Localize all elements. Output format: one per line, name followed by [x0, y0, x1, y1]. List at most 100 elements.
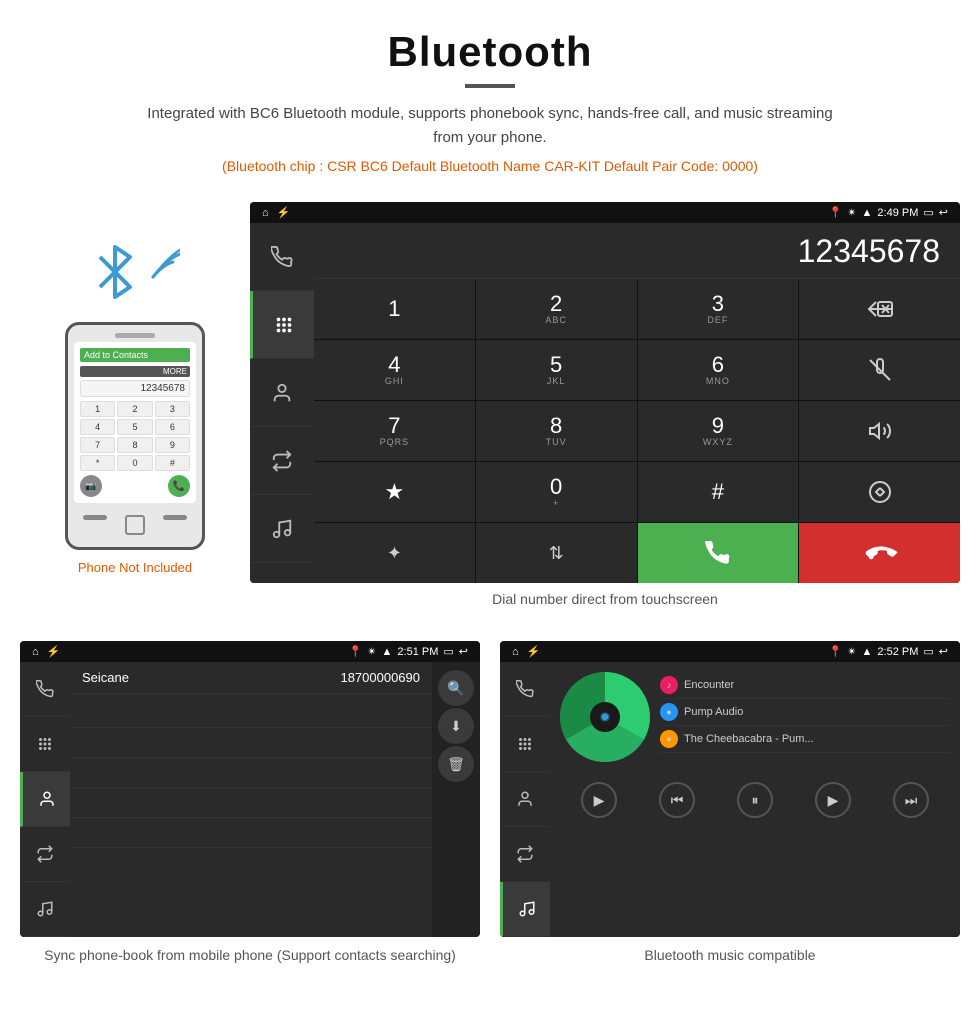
music-note-icon: ♪ — [634, 680, 645, 706]
music-caption: Bluetooth music compatible — [500, 945, 960, 966]
music-status-bar: ⌂ ⚡ 📍 ✴ ▲ 2:52 PM ▭ ↩ — [500, 641, 960, 662]
pb-sidebar-phone[interactable] — [20, 662, 70, 717]
dial-key-hash[interactable]: # — [638, 462, 799, 522]
dial-key-transfer[interactable]: ✦ — [314, 523, 475, 583]
pb-signal-icon: ▲ — [382, 646, 393, 658]
sidebar-dialpad-item[interactable] — [250, 291, 314, 359]
phone-call-btn[interactable]: 📞 — [168, 475, 190, 497]
music-sidebar-transfer[interactable] — [500, 827, 550, 882]
playlist-item-1[interactable]: ♪ Encounter — [660, 672, 950, 699]
pb-download-btn[interactable]: ⬇ — [438, 708, 474, 744]
dial-key-backspace[interactable] — [799, 279, 960, 339]
status-center: 📍 ✴ ▲ 2:49 PM ▭ ↩ — [829, 206, 948, 219]
music-home-icon: ⌂ — [512, 646, 519, 658]
music-bt-icon: ✴ — [847, 645, 856, 658]
back-icon: ↩ — [939, 206, 948, 219]
phone-key-8[interactable]: 8 — [117, 437, 152, 453]
phone-video-btn[interactable]: 📷 — [80, 475, 102, 497]
pb-sidebar-music[interactable] — [20, 882, 70, 937]
dial-key-call[interactable] — [638, 523, 799, 583]
phone-key-7[interactable]: 7 — [80, 437, 115, 453]
dial-key-9[interactable]: 9WXYZ — [638, 401, 799, 461]
bluetooth-music-icon: ✹ — [599, 709, 611, 726]
pb-location-icon: 📍 — [349, 645, 363, 658]
location-icon: 📍 — [829, 206, 843, 219]
dial-key-hold[interactable]: ⇅ — [476, 523, 637, 583]
pb-delete-btn[interactable]: 🗑 — [438, 746, 474, 782]
music-next-btn[interactable]: ▶ — [815, 782, 851, 818]
music-sidebar-phone[interactable] — [500, 662, 550, 717]
phone-key-9[interactable]: 9 — [155, 437, 190, 453]
music-item: ⌂ ⚡ 📍 ✴ ▲ 2:52 PM ▭ ↩ — [500, 641, 960, 966]
music-sidebar-dialpad[interactable] — [500, 717, 550, 772]
phone-key-0[interactable]: 0 — [117, 455, 152, 471]
music-pause-btn[interactable]: ⏸ — [737, 782, 773, 818]
dial-key-volume[interactable] — [799, 401, 960, 461]
pb-search-btn[interactable]: 🔍 — [438, 670, 474, 706]
sidebar-contacts-item[interactable] — [250, 359, 314, 427]
phone-key-star[interactable]: * — [80, 455, 115, 471]
music-status-time: 2:52 PM — [877, 646, 918, 658]
dial-key-3[interactable]: 3DEF — [638, 279, 799, 339]
sidebar-music-item[interactable] — [250, 495, 314, 563]
phone-key-3[interactable]: 3 — [155, 401, 190, 417]
dial-key-mute[interactable] — [799, 340, 960, 400]
playlist-name-3: The Cheebacabra - Pum... — [684, 733, 814, 745]
music-back-icon: ↩ — [939, 645, 948, 658]
phonebook-empty-rows — [70, 694, 432, 852]
car-content: 12345678 1 2ABC 3DEF 4GHI 5JKL — [250, 223, 960, 583]
phone-key-1[interactable]: 1 — [80, 401, 115, 417]
phone-key-2[interactable]: 2 — [117, 401, 152, 417]
sidebar-phone-item[interactable] — [250, 223, 314, 291]
music-status-center: 📍 ✴ ▲ 2:52 PM ▭ ↩ — [829, 645, 948, 658]
pb-sidebar-transfer[interactable] — [20, 827, 70, 882]
music-battery-icon: ▭ — [923, 645, 933, 658]
pb-usb-icon: ⚡ — [47, 645, 61, 658]
dial-key-5[interactable]: 5JKL — [476, 340, 637, 400]
pb-empty-row-5 — [70, 818, 432, 848]
dial-key-1[interactable]: 1 — [314, 279, 475, 339]
phone-key-6[interactable]: 6 — [155, 419, 190, 435]
pb-status-left: ⌂ ⚡ — [32, 645, 60, 658]
phone-key-5[interactable]: 5 — [117, 419, 152, 435]
music-sidebar-contacts[interactable] — [500, 772, 550, 827]
top-section: Add to Contacts MORE 12345678 1 2 3 4 5 … — [20, 202, 960, 625]
pb-sidebar-dialpad[interactable] — [20, 717, 70, 772]
phone-home-btn[interactable] — [125, 515, 145, 535]
phone-contact-bar: Add to Contacts — [80, 348, 190, 362]
dial-key-0[interactable]: 0+ — [476, 462, 637, 522]
phone-number: MORE — [80, 366, 190, 377]
music-play-btn[interactable]: ▶ — [581, 782, 617, 818]
phone-key-hash[interactable]: # — [155, 455, 190, 471]
dial-key-7[interactable]: 7PQRS — [314, 401, 475, 461]
dial-key-2[interactable]: 2ABC — [476, 279, 637, 339]
dial-key-star[interactable]: ★ — [314, 462, 475, 522]
playlist-name-1: Encounter — [684, 679, 734, 691]
dial-key-6[interactable]: 6MNO — [638, 340, 799, 400]
playlist-item-3[interactable]: ● The Cheebacabra - Pum... — [660, 726, 950, 753]
dial-key-8[interactable]: 8TUV — [476, 401, 637, 461]
main-content: Add to Contacts MORE 12345678 1 2 3 4 5 … — [0, 202, 980, 966]
playlist-item-2[interactable]: ● Pump Audio — [660, 699, 950, 726]
music-signal-icon: ▲ — [862, 646, 873, 658]
sidebar-transfer-item[interactable] — [250, 427, 314, 495]
dial-number-display: 12345678 — [314, 223, 960, 279]
music-prev-btn[interactable]: ⏮ — [659, 782, 695, 818]
phone-back-btn[interactable] — [83, 515, 107, 520]
pb-bt-icon: ✴ — [367, 645, 376, 658]
music-skip-btn[interactable]: ⏭ — [893, 782, 929, 818]
music-sidebar-music[interactable] — [500, 882, 550, 937]
dial-key-swap[interactable] — [799, 462, 960, 522]
pb-sidebar-contacts[interactable] — [20, 772, 70, 827]
phone-not-included-label: Phone Not Included — [78, 560, 192, 575]
home-icon: ⌂ — [262, 207, 269, 219]
phonebook-caption: Sync phone-book from mobile phone (Suppo… — [20, 945, 480, 966]
dial-key-4[interactable]: 4GHI — [314, 340, 475, 400]
dial-key-end[interactable] — [799, 523, 960, 583]
phone-menu-btn[interactable] — [163, 515, 187, 520]
phone-key-4[interactable]: 4 — [80, 419, 115, 435]
usb-icon: ⚡ — [277, 206, 291, 219]
page-header: Bluetooth Integrated with BC6 Bluetooth … — [0, 0, 980, 202]
playlist-icon-3: ● — [660, 730, 678, 748]
contact-number: 18700000690 — [340, 670, 420, 685]
